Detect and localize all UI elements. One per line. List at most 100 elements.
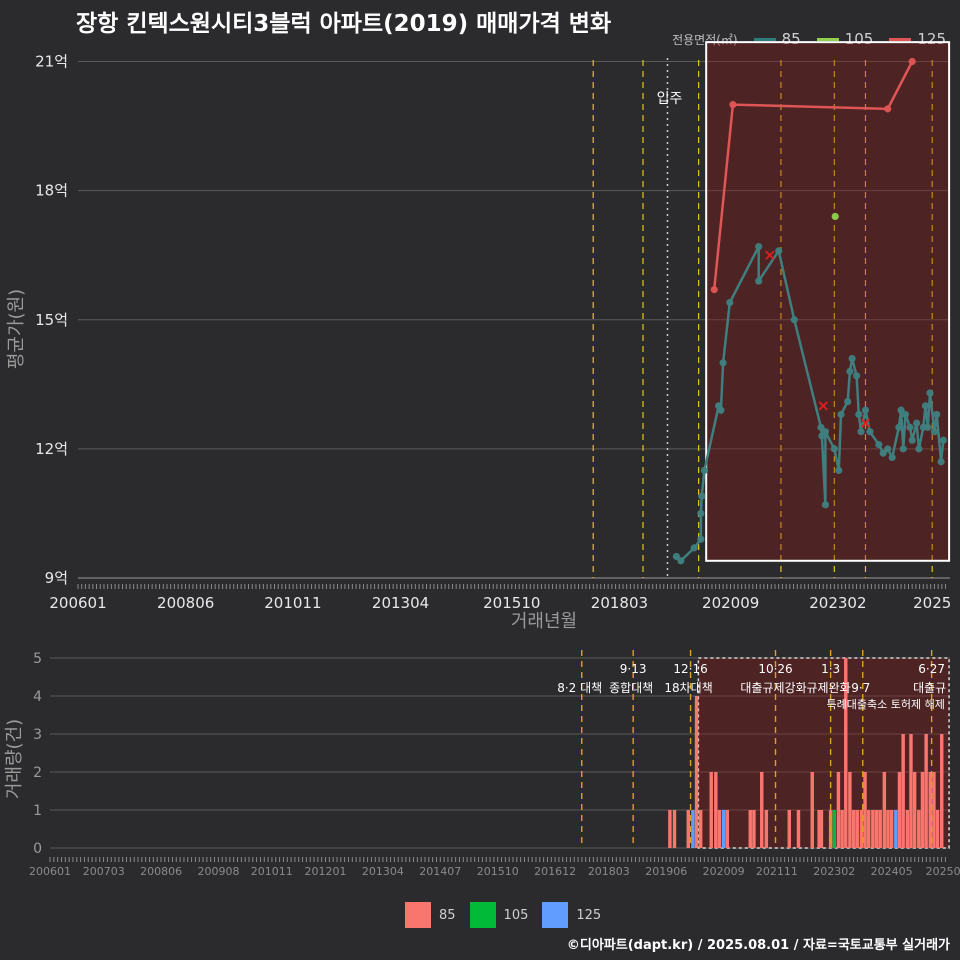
top-x-tick-label: 202302 [809, 594, 866, 612]
bottom-y-tick-label: 3 [33, 727, 42, 743]
volume-bar-85 [760, 772, 764, 848]
bottom-x-tick-label: 200703 [83, 865, 125, 878]
series-point-85 [775, 247, 783, 255]
bottom-y-tick-label: 4 [33, 689, 42, 705]
bottom-y-tick-label: 5 [33, 651, 42, 667]
volume-bar-85 [668, 810, 672, 848]
series-point-85 [846, 367, 854, 376]
volume-bar-85 [882, 772, 887, 848]
series-point-85 [906, 423, 914, 431]
volume-legend-item-105: 105 [469, 902, 529, 928]
volume-bar-85 [764, 810, 769, 848]
volume-legend-swatch-105 [469, 902, 496, 928]
volume-bar-85 [889, 810, 894, 848]
top-y-axis-title: 평균가(원) [6, 289, 27, 369]
volume-legend-item-125: 125 [542, 902, 601, 928]
volume-legend-label-105: 105 [503, 907, 529, 923]
volume-bar-105 [832, 810, 837, 848]
series-point-85 [921, 402, 930, 410]
bottom-x-tick-label: 201201 [305, 865, 347, 878]
series-point-85 [937, 458, 945, 466]
volume-bar-85 [886, 810, 890, 848]
volume-legend-label-85: 85 [439, 907, 456, 923]
series-point-85 [717, 406, 725, 414]
volume-bar-85 [714, 772, 718, 848]
series-point-85 [939, 436, 947, 444]
volume-bar-85 [901, 734, 905, 848]
top-x-tick-label: 202009 [702, 594, 759, 612]
volume-bar-85 [932, 772, 936, 848]
policy-name-label: 규제완화 [807, 681, 851, 695]
volume-bar-85 [717, 810, 722, 848]
series-point-85 [830, 445, 838, 453]
series-point-85 [821, 428, 830, 436]
volume-bar-85 [819, 810, 824, 848]
series-point-85 [908, 436, 916, 444]
volume-bar-85 [935, 810, 940, 848]
volume-bar-85 [725, 810, 730, 848]
volume-bar-85 [787, 810, 792, 848]
top-y-tick-label: 9억 [45, 569, 68, 587]
top-y-tick-label: 21억 [35, 53, 68, 71]
series-point-85 [755, 277, 763, 285]
bottom-x-tick-label: 201011 [251, 865, 293, 878]
volume-bar-85 [867, 810, 871, 848]
volume-bar-85 [878, 810, 882, 848]
series-point-85 [884, 445, 892, 453]
chart-canvas: 9억12억15억18억21억200601 200806 201011 201304 20… [4, 41, 960, 878]
bottom-x-tick-label: 200908 [198, 865, 240, 878]
volume-legend-label-125: 125 [576, 907, 602, 923]
volume-bar-85 [863, 772, 867, 848]
series-point-85 [861, 406, 870, 414]
series-point-85 [790, 316, 798, 324]
volume-bar-85 [871, 810, 875, 848]
volume-legend: 85 105 125 [405, 902, 601, 928]
top-y-tick-label: 15억 [35, 311, 68, 329]
series-point-85 [888, 453, 896, 462]
series-point-85 [855, 410, 863, 419]
volume-bar-125 [721, 810, 726, 848]
series-point-125 [710, 286, 718, 294]
volume-bar-85 [840, 810, 844, 848]
top-y-tick-label: 12억 [35, 440, 68, 458]
bottom-x-tick-label: 201510 [477, 865, 519, 878]
move-in-label: 입주 [657, 91, 683, 107]
bottom-x-tick-label: 202405 [871, 865, 913, 878]
series-point-85 [852, 372, 861, 380]
bottom-y-tick-label: 1 [33, 803, 42, 819]
policy-name-label: 8·2 대책 [557, 680, 602, 695]
series-point-125 [729, 100, 737, 109]
policy-date-label: 10·26 [758, 662, 792, 676]
recent-period-box [705, 41, 951, 562]
volume-bar-85 [924, 734, 928, 848]
series-point-85 [700, 466, 709, 474]
series-point-85 [930, 428, 939, 436]
policy-date-label: 9·13 [620, 662, 647, 676]
volume-bar-85 [905, 810, 910, 848]
series-point-105 [831, 212, 839, 221]
bottom-x-tick-label: 201803 [588, 865, 630, 878]
series-point-85 [857, 428, 865, 436]
volume-legend-item-85: 85 [405, 902, 456, 928]
series-point-85 [821, 501, 830, 509]
bottom-x-tick-label: 201304 [362, 865, 404, 878]
top-x-tick-label: 201510 [483, 594, 540, 612]
series-point-85 [697, 535, 705, 543]
top-x-tick-label: 200806 [157, 594, 214, 612]
series-point-85 [698, 492, 706, 500]
bottom-y-tick-label: 2 [33, 765, 42, 781]
series-point-85 [899, 445, 907, 453]
volume-bar-85 [796, 810, 801, 848]
volume-bar-85 [748, 810, 752, 848]
policy-date-label: 6·27 [918, 662, 945, 676]
series-point-85 [726, 298, 734, 307]
bottom-y-tick-label: 0 [33, 841, 42, 857]
policy-note-label: 특례대출축소 토허제 해제 [827, 697, 945, 711]
volume-bar-85 [917, 810, 921, 848]
policy-name-label: 대출규제강화 [740, 681, 806, 695]
volume-bar-85 [848, 772, 852, 848]
series-point-85 [848, 354, 856, 363]
bottom-x-tick-label: 202302 [813, 865, 855, 878]
top-x-tick-label: 201803 [591, 594, 648, 612]
volume-bar-85 [686, 810, 690, 848]
